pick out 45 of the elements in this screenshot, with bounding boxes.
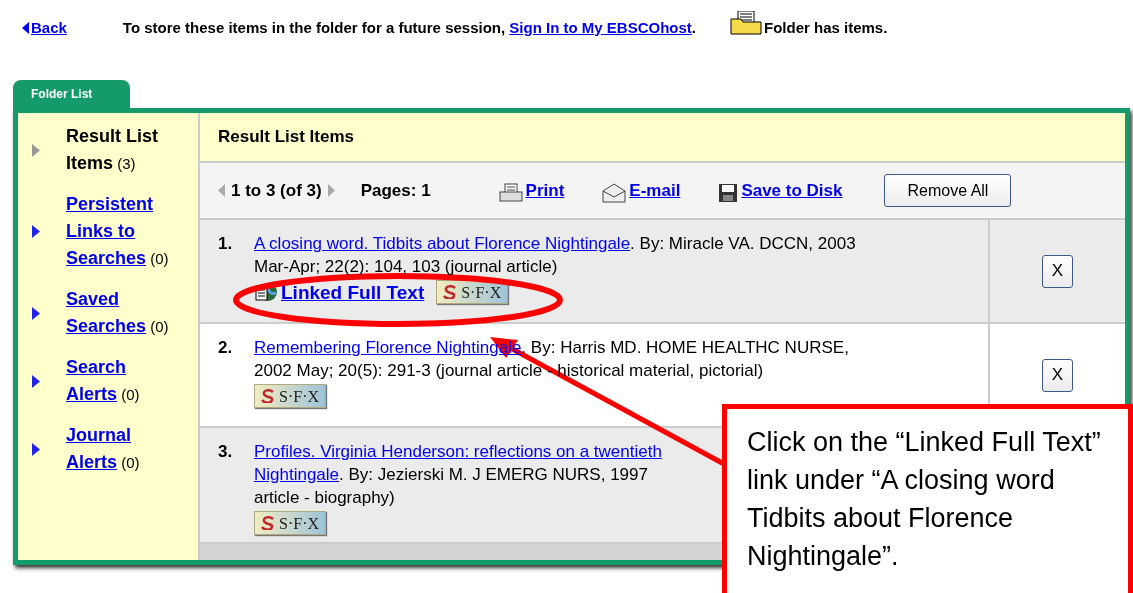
folder-icon bbox=[730, 11, 762, 35]
citation-text: . By: Miracle VA. DCCN, 2003 bbox=[630, 233, 856, 255]
sign-in-link[interactable]: Sign In to My EBSCOhost bbox=[509, 18, 692, 36]
citation-text: Mar-Apr; 22(2): 104, 103 (journal article) bbox=[254, 256, 558, 278]
full-text-link[interactable]: Linked Full Text bbox=[281, 280, 425, 304]
right-arrow-icon[interactable] bbox=[327, 184, 335, 197]
section-header: Result List Items bbox=[200, 113, 1125, 163]
pages-label: Pages: 1 bbox=[360, 179, 431, 202]
back-arrow-icon bbox=[22, 22, 29, 34]
callout-text: Click on the “Linked Full Text” link under “A closing word Tidbits about Florence Nightingale”. bbox=[747, 427, 1101, 571]
back-link[interactable]: Back bbox=[22, 16, 67, 40]
envelope-icon bbox=[602, 183, 627, 204]
sidebar-item[interactable]: Saved Searches (0) bbox=[66, 286, 178, 340]
s-logo-icon bbox=[261, 389, 275, 403]
item-number: 3. bbox=[218, 441, 234, 463]
s-logo-icon bbox=[261, 516, 275, 530]
folder-status: Folder has items. bbox=[764, 17, 888, 38]
sfx-button[interactable]: S·F·X bbox=[254, 384, 326, 408]
item-number: 2. bbox=[218, 337, 234, 359]
sfx-button[interactable]: S·F·X bbox=[254, 511, 326, 535]
toolbar-link[interactable]: Save to Disk bbox=[741, 177, 843, 204]
sidebar-item[interactable]: Search Alerts (0) bbox=[66, 354, 178, 408]
remove-all-button[interactable]: Remove All bbox=[884, 174, 1012, 207]
citation-text: . By: Harris MD. HOME HEALTHC NURSE, bbox=[521, 337, 849, 359]
sidebar-item[interactable]: Result List Items (3) bbox=[66, 123, 178, 177]
left-arrow-icon[interactable] bbox=[218, 184, 225, 197]
sidebar-item[interactable]: Journal Alerts (0) bbox=[66, 422, 178, 476]
citation-text: article - biography) bbox=[254, 487, 395, 509]
citation-text: 2002 May; 20(5): 291-3 (journal article - historical material, pictorial) bbox=[254, 360, 764, 382]
item-number: 1. bbox=[218, 233, 234, 255]
result-range: 1 to 3 (of 3) bbox=[231, 179, 322, 202]
remove-item-button[interactable]: X bbox=[1042, 358, 1073, 392]
toolbar-link[interactable]: Print bbox=[525, 177, 565, 204]
sign-in-message: To store these items in the folder for a future session, Sign In to My EBSCOhost. bbox=[122, 17, 696, 38]
article-title-link[interactable]: Nightingale bbox=[254, 463, 340, 486]
printer-icon bbox=[498, 183, 523, 204]
sidebar-item[interactable]: Persistent Links to Searches (0) bbox=[66, 191, 178, 272]
sfx-button[interactable]: S·F·X bbox=[436, 280, 509, 304]
remove-item-button[interactable]: X bbox=[1042, 254, 1073, 288]
article-title-link[interactable]: Profiles. Virginia Henderson: reflections on a twentieth bbox=[254, 440, 662, 463]
s-logo-icon bbox=[443, 285, 458, 299]
folder-list-tab[interactable]: Folder List bbox=[13, 80, 130, 108]
toolbar-link[interactable]: E-mail bbox=[629, 177, 681, 204]
citation-text: . By: Jezierski M. J EMERG NURS, 1997 bbox=[339, 464, 648, 486]
article-title-link[interactable]: A closing word. Tidbits about Florence Nightingale bbox=[254, 232, 631, 255]
